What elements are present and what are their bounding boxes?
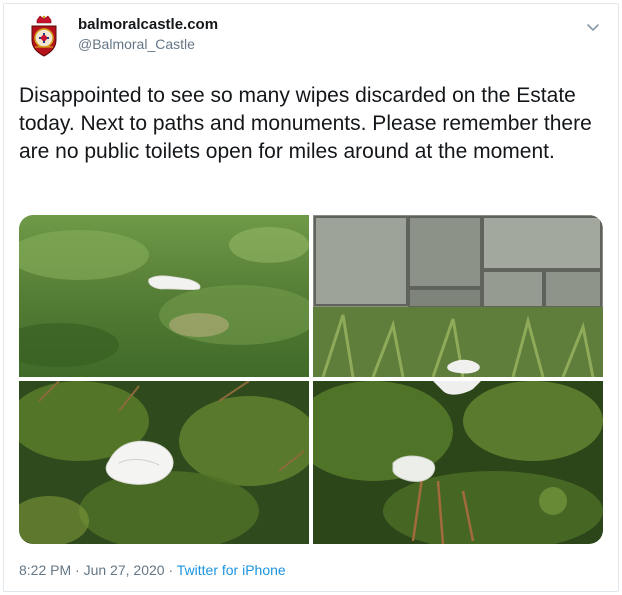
tweet-metadata: 8:22 PM · Jun 27, 2020 · Twitter for iPh… xyxy=(19,561,286,579)
display-name[interactable]: balmoralcastle.com xyxy=(78,15,218,35)
user-handle[interactable]: @Balmoral_Castle xyxy=(78,35,218,53)
photo-wall-wipe[interactable] xyxy=(313,215,603,377)
tweet-source-link[interactable]: Twitter for iPhone xyxy=(177,562,286,578)
tweet-date[interactable]: Jun 27, 2020 xyxy=(84,562,165,578)
tweet-text: Disappointed to see so many wipes discar… xyxy=(19,84,592,163)
meta-separator: · xyxy=(168,562,174,578)
chevron-down-icon xyxy=(587,24,599,32)
photo-heather-wipe-1[interactable] xyxy=(19,381,309,544)
photo-grass-wipe[interactable] xyxy=(19,215,309,377)
user-names: balmoralcastle.com @Balmoral_Castle xyxy=(78,15,218,53)
tweet-header: balmoralcastle.com @Balmoral_Castle xyxy=(19,11,609,61)
photo-heather-wipe-2[interactable] xyxy=(313,381,603,544)
meta-separator: · xyxy=(75,562,80,578)
tweet-time[interactable]: 8:22 PM xyxy=(19,562,71,578)
avatar[interactable] xyxy=(19,11,69,61)
tweet-media-grid xyxy=(19,215,603,544)
royal-crest-icon xyxy=(31,15,57,57)
more-options-button[interactable] xyxy=(583,17,603,37)
